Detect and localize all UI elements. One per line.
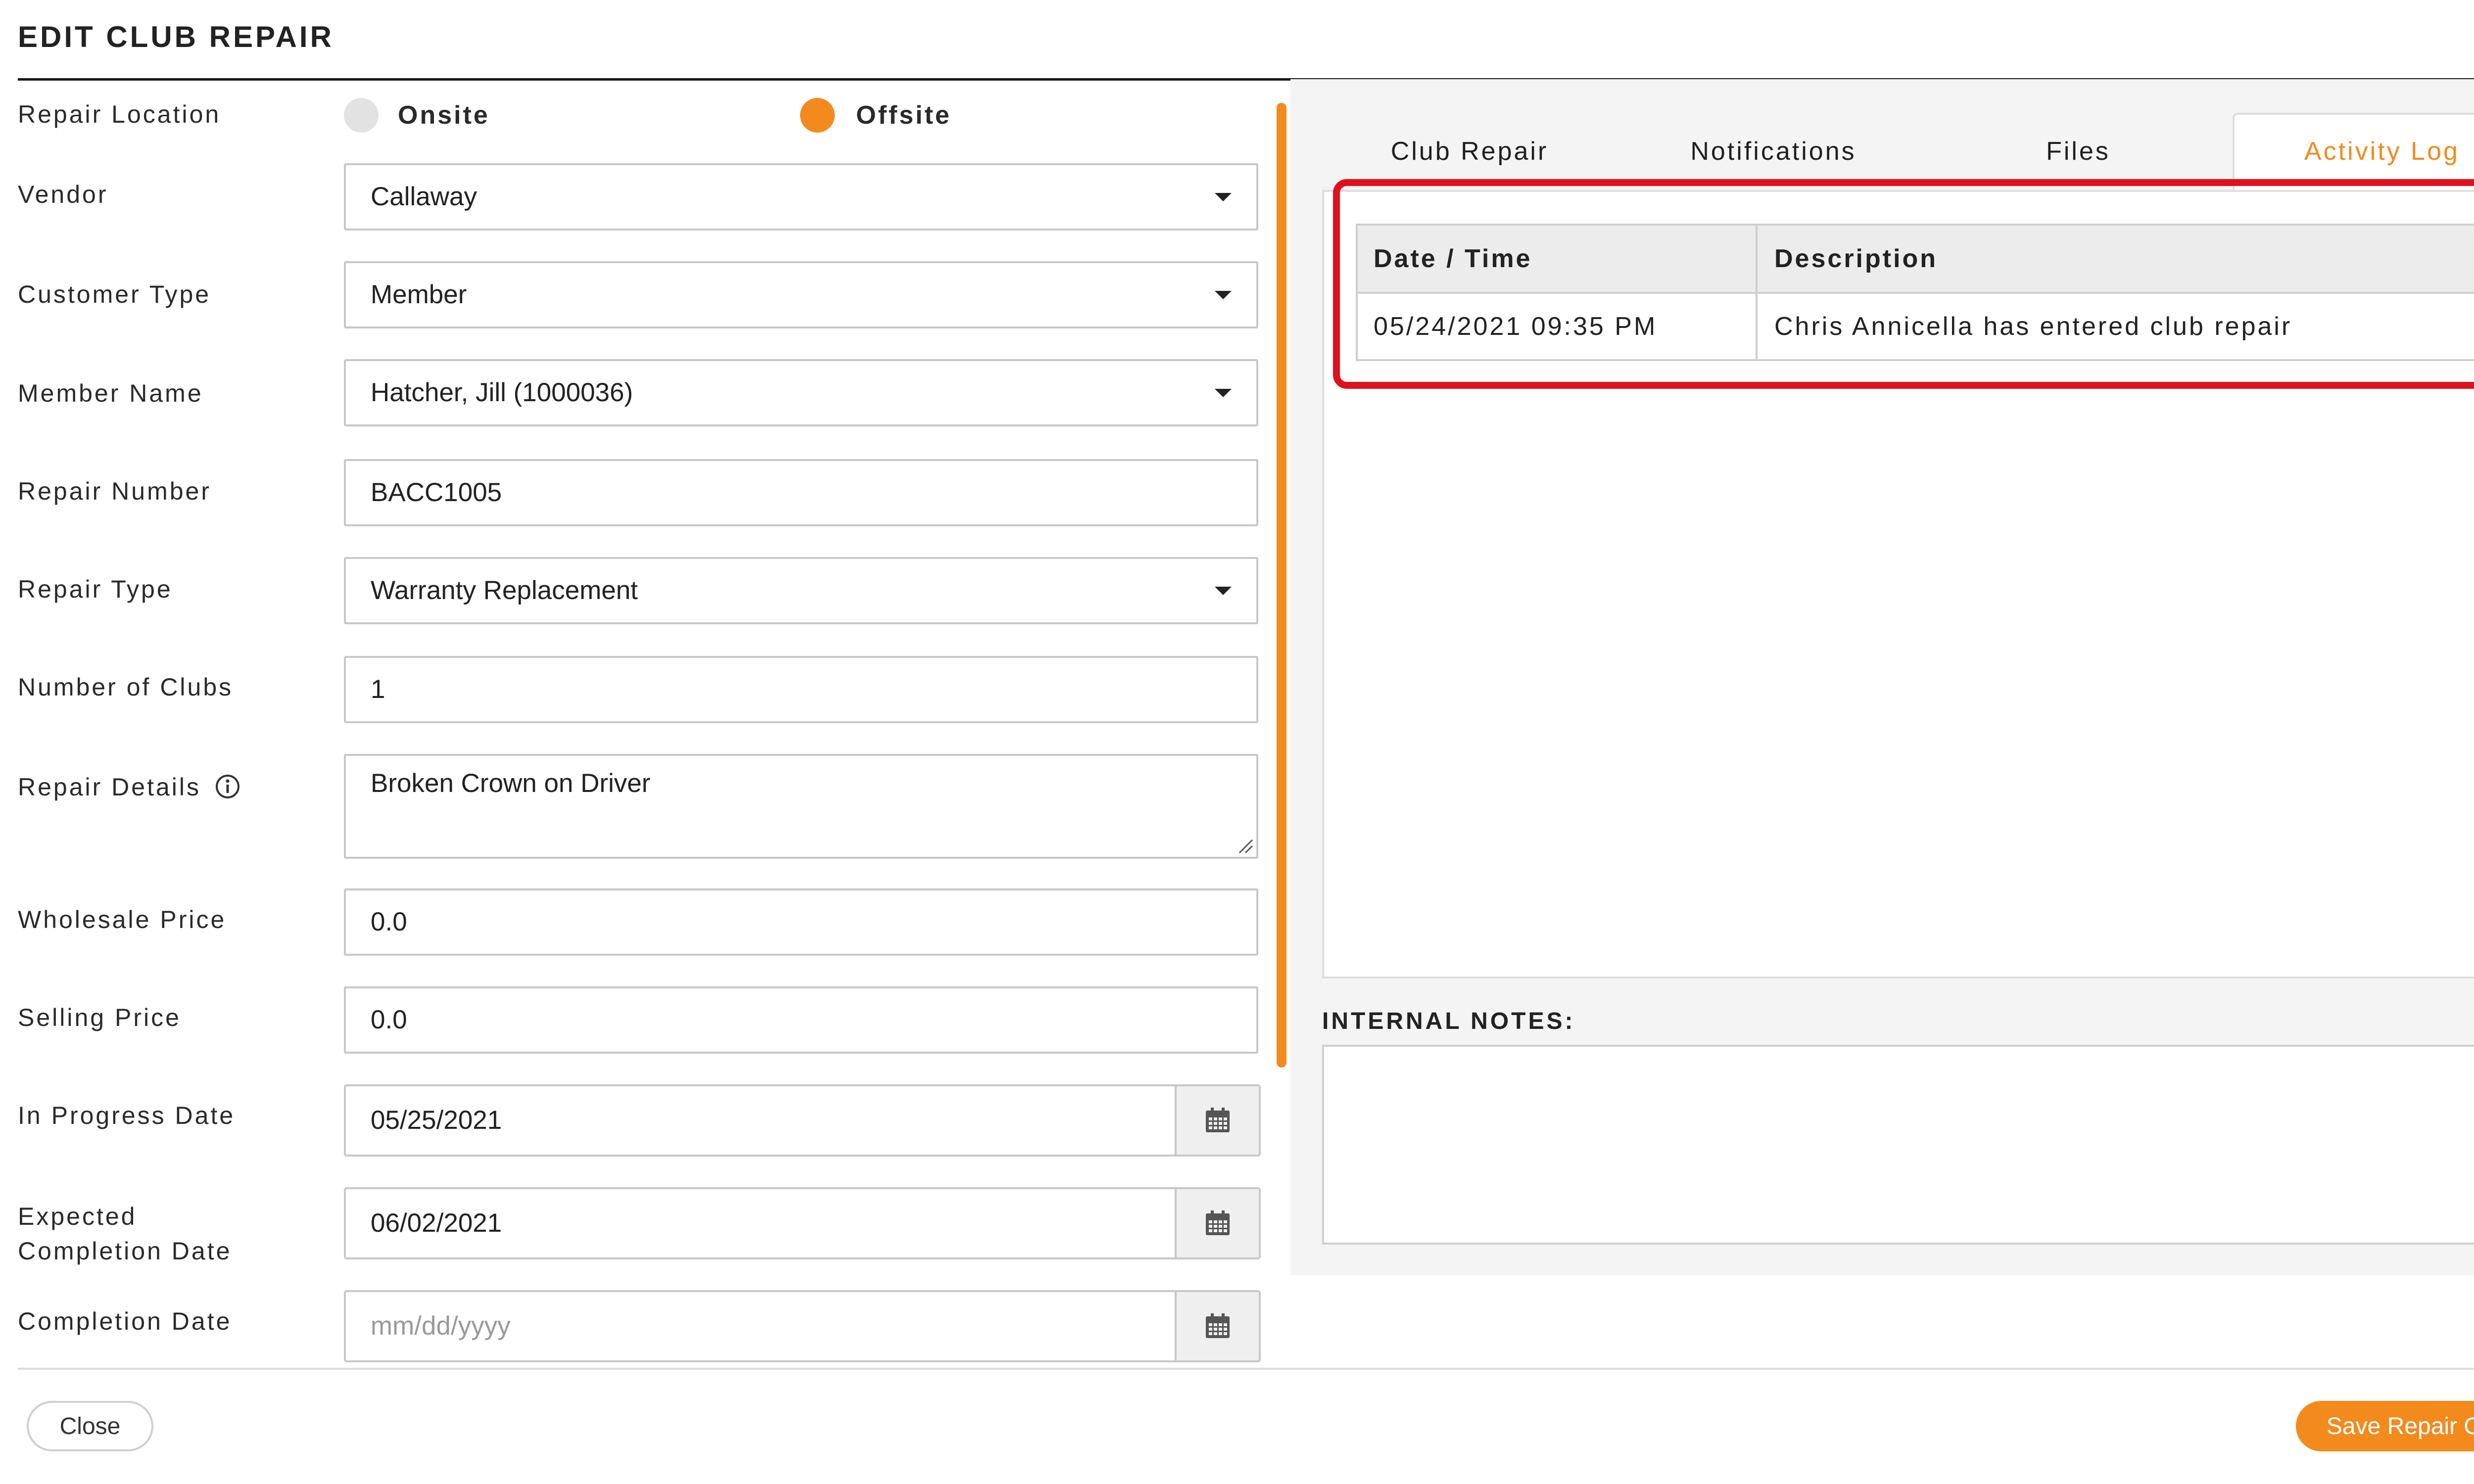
info-circle-icon[interactable]	[215, 774, 240, 799]
tab-activity-log-label: Activity Log	[2304, 137, 2460, 166]
in-progress-date-input[interactable]: 05/25/2021	[344, 1084, 1261, 1157]
resize-grip-icon[interactable]	[1237, 838, 1253, 854]
vendor-value: Callaway	[371, 182, 477, 211]
repair-location-label: Repair Location	[18, 100, 221, 128]
selling-price-label: Selling Price	[18, 1004, 181, 1031]
expected-completion-date-value: 06/02/2021	[371, 1208, 502, 1238]
calendar-button[interactable]	[1175, 1292, 1259, 1360]
footer-divider	[18, 1368, 2474, 1370]
internal-notes-label: INTERNAL NOTES:	[1322, 1008, 1575, 1034]
customer-type-select[interactable]: Member	[344, 261, 1258, 328]
calendar-button[interactable]	[1175, 1189, 1259, 1257]
highlight-annotation	[1333, 179, 2474, 389]
vendor-label: Vendor	[18, 181, 108, 208]
repair-type-value: Warranty Replacement	[371, 576, 638, 605]
offsite-radio-label[interactable]: Offsite	[856, 98, 952, 133]
calendar-icon	[1206, 1313, 1230, 1338]
repair-details-label: Repair Details	[18, 770, 240, 804]
save-repair-order-button[interactable]: Save Repair Order	[2296, 1401, 2474, 1451]
caret-down-icon	[1215, 291, 1232, 299]
customer-type-label: Customer Type	[18, 280, 211, 308]
form-scrollbar[interactable]	[1277, 103, 1286, 1067]
tab-notifications[interactable]: Notifications	[1665, 132, 1882, 171]
calendar-icon	[1206, 1108, 1230, 1132]
expected-completion-date-label-line2: Completion Date	[18, 1237, 232, 1265]
expected-completion-date-label-line1: Expected	[18, 1203, 137, 1230]
vendor-select[interactable]: Callaway	[344, 163, 1258, 231]
calendar-icon	[1206, 1210, 1230, 1235]
calendar-button[interactable]	[1175, 1086, 1259, 1155]
member-name-label: Member Name	[18, 379, 203, 407]
number-of-clubs-input[interactable]: 1	[344, 656, 1258, 723]
in-progress-date-value: 05/25/2021	[371, 1106, 502, 1135]
repair-type-label: Repair Type	[18, 575, 173, 603]
caret-down-icon	[1215, 587, 1232, 595]
offsite-radio[interactable]	[800, 98, 835, 133]
repair-number-value: BACC1005	[371, 478, 502, 507]
tab-club-repair[interactable]: Club Repair	[1366, 132, 1573, 171]
selling-price-input[interactable]: 0.0	[344, 986, 1258, 1054]
wholesale-price-value: 0.0	[371, 907, 407, 936]
repair-details-value: Broken Crown on Driver	[371, 769, 651, 798]
onsite-radio-label[interactable]: Onsite	[398, 98, 490, 133]
modal-title: EDIT CLUB REPAIR	[18, 20, 334, 53]
onsite-radio[interactable]	[344, 98, 379, 133]
member-name-select[interactable]: Hatcher, Jill (1000036)	[344, 359, 1258, 426]
number-of-clubs-label: Number of Clubs	[18, 673, 234, 701]
completion-date-label: Completion Date	[18, 1307, 232, 1335]
tab-files[interactable]: Files	[1999, 132, 2157, 171]
member-name-value: Hatcher, Jill (1000036)	[371, 378, 633, 407]
wholesale-price-input[interactable]: 0.0	[344, 888, 1258, 956]
caret-down-icon	[1215, 389, 1232, 397]
caret-down-icon	[1215, 193, 1232, 201]
expected-completion-date-input[interactable]: 06/02/2021	[344, 1187, 1261, 1259]
selling-price-value: 0.0	[371, 1005, 407, 1034]
close-button[interactable]: Close	[27, 1401, 153, 1451]
completion-date-placeholder: mm/dd/yyyy	[371, 1311, 511, 1341]
repair-number-label: Repair Number	[18, 477, 212, 505]
repair-details-label-text: Repair Details	[18, 773, 201, 801]
repair-number-input[interactable]: BACC1005	[344, 459, 1258, 526]
number-of-clubs-value: 1	[371, 675, 385, 704]
completion-date-input[interactable]: mm/dd/yyyy	[344, 1290, 1261, 1362]
customer-type-value: Member	[371, 280, 467, 309]
repair-details-textarea[interactable]: Broken Crown on Driver	[344, 754, 1258, 859]
internal-notes-textarea[interactable]	[1322, 1045, 2474, 1245]
repair-type-select[interactable]: Warranty Replacement	[344, 557, 1258, 624]
expected-completion-date-label: Expected Completion Date	[18, 1199, 232, 1268]
wholesale-price-label: Wholesale Price	[18, 906, 227, 933]
in-progress-date-label: In Progress Date	[18, 1102, 236, 1129]
